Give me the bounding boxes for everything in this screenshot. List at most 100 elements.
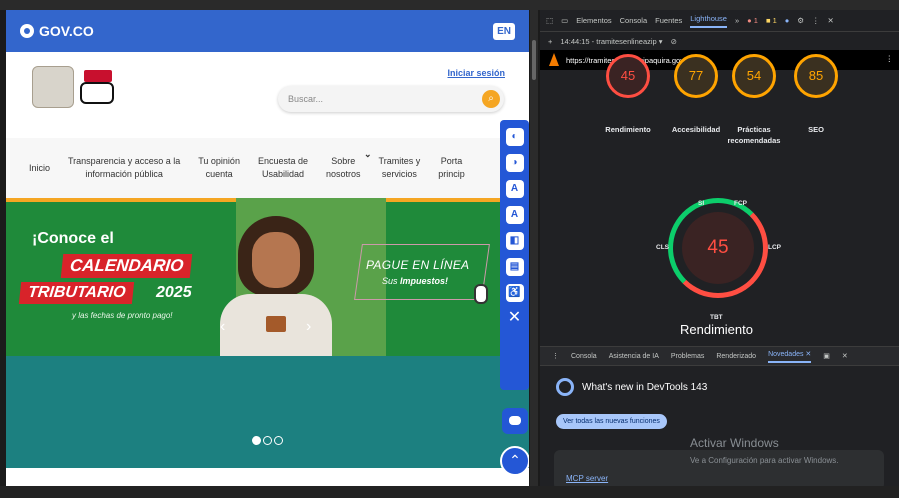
hero-woman-image	[220, 216, 332, 356]
mcp-server-link[interactable]: MCP server	[566, 474, 608, 483]
nav-item-transparencia[interactable]: Transparencia y acceso a la información …	[59, 155, 189, 181]
gauge-accesibilidad[interactable]: 77	[674, 54, 718, 98]
gauge-seo[interactable]: 85	[794, 54, 838, 98]
tab-elementos[interactable]: Elementos	[576, 16, 611, 25]
arrow-up-icon[interactable]: ⌃	[500, 446, 529, 476]
website-viewport: GOV.CO EN Iniciar sesión Buscar... ⌕ Ini…	[6, 10, 529, 486]
drawer-tab-consola[interactable]: Consola	[571, 353, 597, 360]
performance-title: Rendimiento	[680, 322, 753, 337]
contrast-icon[interactable]: ◐	[505, 128, 524, 146]
category-scores: 45 77 54 85 Rendimiento Accesibilidad Pr…	[540, 54, 899, 170]
add-report-icon[interactable]: +	[548, 37, 552, 46]
page-scrollbar-thumb[interactable]	[532, 40, 536, 80]
drawer-tab-novedades[interactable]: Novedades ✕	[768, 350, 812, 363]
nav-item-opinion[interactable]: Tu opinión cuenta	[189, 155, 249, 181]
impuestos-text: Impuestos!	[400, 276, 449, 286]
drawer-tab-problemas[interactable]: Problemas	[671, 353, 704, 360]
gauge-rendimiento[interactable]: 45	[606, 54, 650, 98]
gov-top-bar: GOV.CO EN	[6, 10, 529, 52]
pointer-hand-icon	[474, 284, 488, 304]
close-devtools-icon[interactable]: ✕	[828, 16, 834, 25]
dock-icon[interactable]: ▣	[823, 352, 830, 360]
teal-section	[6, 356, 529, 468]
gauge-practicas[interactable]: 54	[732, 54, 776, 98]
lighthouse-url-bar: https://tramitesenlineazipaquira.gov.co/…	[540, 50, 899, 70]
chrome-icon	[556, 378, 574, 396]
metric-cls: CLS	[656, 244, 669, 251]
main-nav: Inicio Transparencia y acceso a la infor…	[6, 138, 529, 198]
hero-banner[interactable]: ¡Conoce el CALENDARIO TRIBUTARIO 2025 y …	[6, 198, 529, 356]
close-drawer-icon[interactable]: ✕	[842, 352, 848, 360]
font-increase-icon[interactable]: A	[505, 180, 524, 198]
carousel-prev-icon[interactable]: ‹	[220, 318, 225, 336]
report-selector[interactable]: 14:44:15 - tramitesenlineazip ▾	[560, 37, 662, 46]
more-tabs-icon[interactable]: »	[735, 16, 739, 25]
whats-new-header: What's new in DevTools 143	[556, 378, 707, 396]
windows-activation-watermark: Activar Windows	[690, 436, 779, 450]
kebab-menu-icon[interactable]: ⋮	[812, 16, 820, 25]
accessibility-person-icon[interactable]: ♿	[505, 284, 524, 302]
sign-language-icon[interactable]: ◧	[505, 232, 524, 250]
search-input[interactable]: Buscar... ⌕	[278, 86, 504, 112]
nav-item-tramites[interactable]: Tramites y servicios	[370, 155, 430, 181]
high-contrast-icon[interactable]: ◑	[505, 154, 524, 172]
devtools-panel: ⬚ ▭ Elementos Consola Fuentes Lighthouse…	[540, 10, 899, 486]
clear-icon[interactable]: ⊘	[671, 37, 677, 46]
label-practicas: Prácticas recomendadas	[727, 125, 781, 145]
carousel-dot-1[interactable]	[252, 436, 261, 445]
nav-item-encuesta[interactable]: Encuesta de Usabilidad	[249, 155, 317, 181]
drawer-tab-renderizado[interactable]: Renderizado	[716, 353, 756, 360]
performance-score: 45	[682, 212, 754, 284]
hero-calendario-text: CALENDARIO	[60, 254, 193, 278]
reader-icon[interactable]: ▤	[505, 258, 524, 276]
municipality-crest-logo	[32, 66, 74, 108]
sus-text: Sus	[382, 276, 398, 286]
font-decrease-icon[interactable]: A	[505, 206, 524, 224]
error-count-badge[interactable]: ● 1	[747, 16, 758, 25]
gov-shield-icon	[20, 24, 34, 38]
tab-lighthouse[interactable]: Lighthouse	[690, 14, 727, 28]
carousel-dot-2[interactable]	[263, 436, 272, 445]
zipaquira-logo[interactable]	[80, 70, 118, 106]
carousel-next-icon[interactable]: ›	[306, 318, 311, 336]
whats-new-title: What's new in DevTools 143	[582, 381, 708, 393]
nav-item-inicio[interactable]: Inicio	[20, 162, 59, 175]
lighthouse-report-bar: + 14:44:15 - tramitesenlineazip ▾ ⊘	[540, 32, 899, 50]
nav-item-sobre-nosotros[interactable]: Sobre nosotros ⌄	[317, 142, 372, 194]
search-placeholder: Buscar...	[288, 94, 324, 104]
gear-icon[interactable]: ⚙	[797, 16, 804, 25]
inspect-icon[interactable]: ⬚	[546, 16, 553, 25]
chevron-down-icon: ⌄	[363, 149, 372, 159]
close-icon[interactable]: ✕	[508, 310, 521, 326]
drawer-tab-asistencia[interactable]: Asistencia de IA	[609, 353, 659, 360]
label-rendimiento: Rendimiento	[605, 125, 651, 134]
carousel-dot-3[interactable]	[274, 436, 283, 445]
drawer-menu-icon[interactable]: ⋮	[552, 352, 559, 360]
warning-count-badge[interactable]: ■ 1	[766, 16, 777, 25]
report-timestamp: 14:44:15 - tramitesenlineazip	[560, 36, 657, 46]
gov-logo[interactable]: GOV.CO	[20, 23, 94, 39]
devtools-tabbar: ⬚ ▭ Elementos Consola Fuentes Lighthouse…	[540, 10, 899, 32]
pague-en-linea-text: PAGUE EN LÍNEA	[366, 258, 470, 272]
login-link[interactable]: Iniciar sesión	[447, 68, 505, 78]
device-toggle-icon[interactable]: ▭	[561, 16, 568, 25]
search-icon[interactable]: ⌕	[482, 90, 500, 108]
language-toggle[interactable]: EN	[493, 22, 515, 40]
hero-tributario-text: TRIBUTARIO	[18, 282, 135, 304]
tab-fuentes[interactable]: Fuentes	[655, 16, 682, 25]
metric-tbt: TBT	[710, 314, 723, 321]
profile-icon[interactable]: ●	[785, 16, 790, 25]
page-scrollbar[interactable]	[530, 10, 538, 486]
windows-activation-subtext: Ve a Configuración para activar Windows.	[690, 456, 839, 465]
taskbar-strip	[0, 486, 899, 498]
url-menu-icon[interactable]: ⋮	[886, 54, 894, 63]
label-seo: SEO	[808, 125, 824, 134]
chat-button[interactable]	[502, 408, 528, 434]
carousel-dots[interactable]	[252, 436, 283, 445]
hero-conoce-text: ¡Conoce el	[32, 230, 114, 247]
tab-consola[interactable]: Consola	[620, 16, 648, 25]
window-top-strip	[0, 0, 899, 10]
see-all-features-button[interactable]: Ver todas las nuevas funciones	[556, 414, 667, 429]
nav-item-portal[interactable]: Porta princip	[429, 155, 474, 181]
error-count: 1	[753, 16, 758, 25]
